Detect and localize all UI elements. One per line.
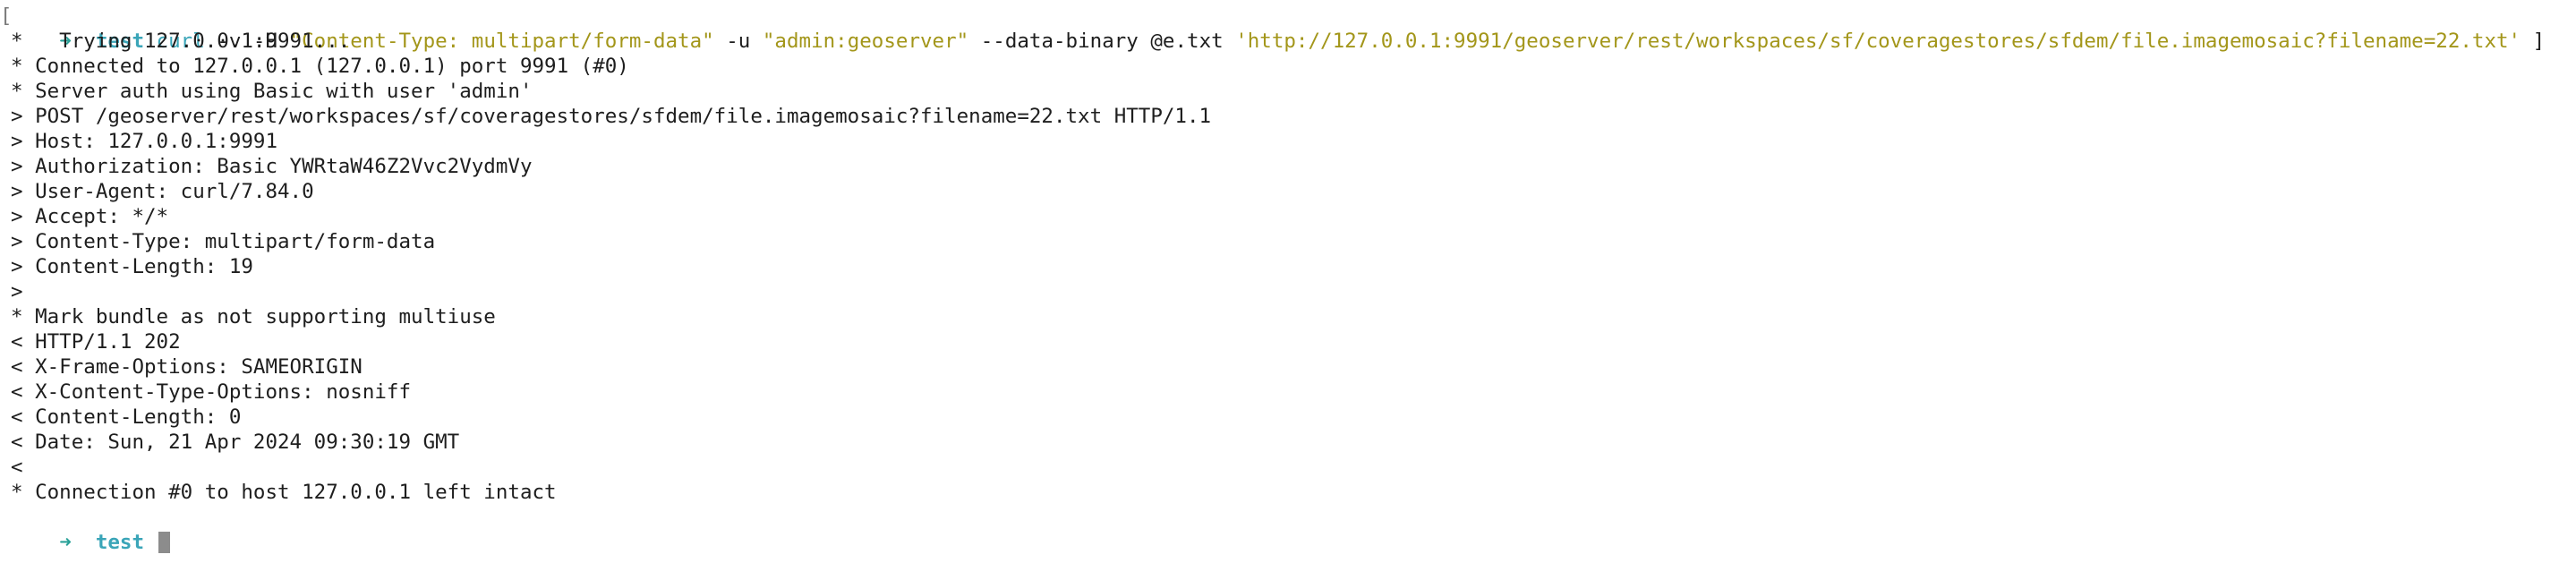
output-line: < Content-Length: 0 <box>0 405 2576 430</box>
output-line-text: < Date: Sun, 21 Apr 2024 09:30:19 GMT <box>11 431 460 454</box>
output-line: < Date: Sun, 21 Apr 2024 09:30:19 GMT <box>0 430 2576 455</box>
output-line-text: < <box>11 456 23 479</box>
output-line: > POST /geoserver/rest/workspaces/sf/cov… <box>0 104 2576 129</box>
output-line-text: < X-Content-Type-Options: nosniff <box>11 380 412 404</box>
terminal-window[interactable]: [➜ test curl -v -H "Content-Type: multip… <box>0 0 2576 554</box>
output-line: * Connected to 127.0.0.1 (127.0.0.1) por… <box>0 54 2576 79</box>
output-line: * Server auth using Basic with user 'adm… <box>0 79 2576 104</box>
output-line: > User-Agent: curl/7.84.0 <box>0 179 2576 204</box>
output-line-text: > Host: 127.0.0.1:9991 <box>11 130 278 153</box>
output-line: > <box>0 279 2576 304</box>
output-line-text: * Trying 127.0.0.1:9991... <box>11 30 351 53</box>
output-line-text: > Content-Type: multipart/form-data <box>11 230 436 253</box>
output-line-text: > Content-Length: 19 <box>11 255 253 278</box>
output-line-text: > <box>11 280 23 303</box>
output-line: > Authorization: Basic YWRtaW46Z2Vvc2Vyd… <box>0 154 2576 179</box>
terminal-output: * Trying 127.0.0.1:9991... * Connected to… <box>0 29 2576 505</box>
output-line-text: > Accept: */* <box>11 205 169 228</box>
output-line-text: > POST /geoserver/rest/workspaces/sf/cov… <box>11 105 1212 128</box>
final-prompt-line[interactable]: ➜ test <box>0 505 2576 554</box>
output-line-text: < HTTP/1.1 202 <box>11 330 181 354</box>
text-cursor[interactable] <box>158 532 170 553</box>
output-line: * Connection #0 to host 127.0.0.1 left i… <box>0 480 2576 505</box>
output-line: * Mark bundle as not supporting multiuse <box>0 304 2576 329</box>
output-line: > Host: 127.0.0.1:9991 <box>0 129 2576 154</box>
output-line: > Content-Type: multipart/form-data <box>0 229 2576 254</box>
prompt-arrow-icon: ➜ <box>59 531 72 554</box>
output-line-text: * Server auth using Basic with user 'adm… <box>11 80 533 103</box>
output-line-text: > User-Agent: curl/7.84.0 <box>11 180 314 203</box>
prompt-cwd: test <box>95 531 145 554</box>
output-line-text: > Authorization: Basic YWRtaW46Z2Vvc2Vyd… <box>11 155 533 178</box>
output-line: > Accept: */* <box>0 204 2576 229</box>
output-line-text: < X-Frame-Options: SAMEORIGIN <box>11 355 363 379</box>
output-line-text: * Mark bundle as not supporting multiuse <box>11 305 496 328</box>
output-line: < <box>0 455 2576 480</box>
output-line: > Content-Length: 19 <box>0 254 2576 279</box>
output-line: * Trying 127.0.0.1:9991... <box>0 29 2576 54</box>
output-line: < HTTP/1.1 202 <box>0 329 2576 354</box>
output-line-text: * Connection #0 to host 127.0.0.1 left i… <box>11 481 557 504</box>
scroll-marker-bracket: [ <box>0 4 13 28</box>
output-line-text: * Connected to 127.0.0.1 (127.0.0.1) por… <box>11 55 629 78</box>
output-line-text: < Content-Length: 0 <box>11 405 242 429</box>
output-line: < X-Frame-Options: SAMEORIGIN <box>0 354 2576 380</box>
output-line: < X-Content-Type-Options: nosniff <box>0 380 2576 405</box>
command-line: [➜ test curl -v -H "Content-Type: multip… <box>0 4 2576 53</box>
